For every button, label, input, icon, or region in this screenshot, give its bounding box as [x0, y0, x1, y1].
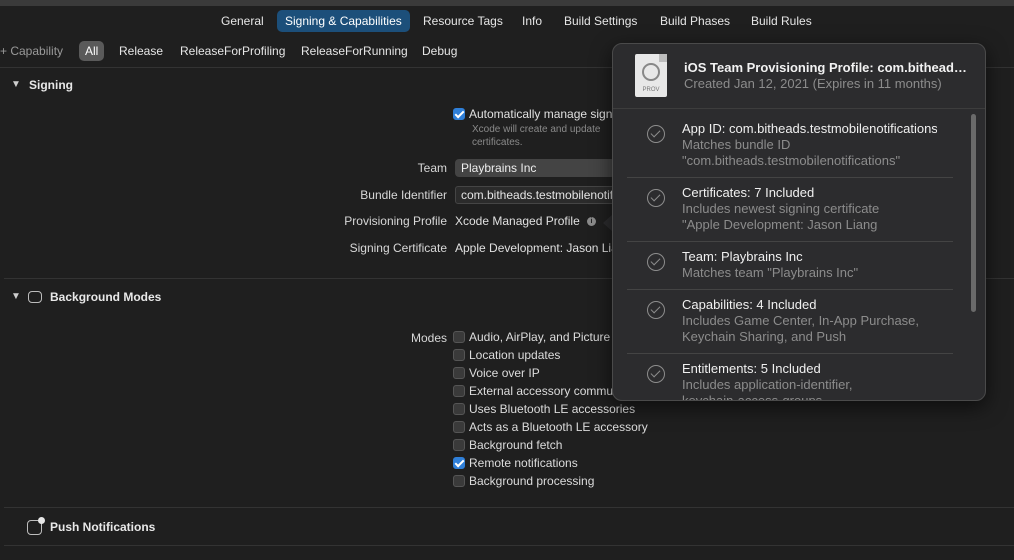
provisioning-profile-label: Provisioning Profile	[344, 214, 447, 228]
tab-resource-tags[interactable]: Resource Tags	[415, 10, 511, 32]
item-description: Includes newest signing certificate	[682, 201, 880, 216]
item-description: Matches team "Playbrains Inc"	[682, 265, 859, 280]
chevron-down-icon[interactable]: ▼	[11, 75, 21, 95]
profile-details-list[interactable]: App ID: com.bitheads.testmobilenotificat…	[613, 110, 985, 401]
auto-manage-signing-label: Automatically manage sign	[469, 107, 613, 121]
add-capability-button[interactable]: + Capability	[0, 40, 63, 62]
list-item: Entitlements: 5 Included Includes applic…	[627, 354, 953, 401]
filter-debug[interactable]: Debug	[416, 41, 463, 61]
list-item: Team: Playbrains Inc Matches team "Playb…	[627, 242, 953, 290]
list-item: Capabilities: 4 Included Includes Game C…	[627, 290, 953, 354]
item-description: Includes Game Center, In-App Purchase,	[682, 313, 920, 328]
item-title: App ID: com.bitheads.testmobilenotificat…	[682, 121, 937, 136]
mode-label: Background processing	[469, 474, 595, 488]
item-description: "com.bitheads.testmobilenotifications"	[682, 153, 901, 168]
profile-title: iOS Team Provisioning Profile: com.bithe…	[684, 60, 974, 75]
mode-checkbox-location[interactable]	[453, 349, 465, 361]
tab-build-settings[interactable]: Build Settings	[556, 10, 645, 32]
signing-certificate-label: Signing Certificate	[349, 241, 447, 255]
section-divider	[4, 545, 1014, 546]
signing-certificate-value: Apple Development: Jason Lia	[455, 241, 618, 255]
info-icon[interactable]: i	[587, 217, 596, 226]
mode-label: Voice over IP	[469, 366, 540, 380]
list-item: App ID: com.bitheads.testmobilenotificat…	[627, 114, 953, 178]
item-description: "Apple Development: Jason Liang	[682, 217, 878, 232]
team-popup[interactable]: Playbrains Inc	[455, 159, 615, 177]
item-description: Keychain Sharing, and Push	[682, 329, 847, 344]
checkmark-circle-icon	[647, 301, 665, 319]
gear-icon	[642, 63, 660, 81]
item-description: Matches bundle ID	[682, 137, 791, 152]
tab-signing-capabilities[interactable]: Signing & Capabilities	[277, 10, 410, 32]
tab-build-rules[interactable]: Build Rules	[743, 10, 820, 32]
tab-general[interactable]: General	[213, 10, 272, 32]
item-title: Entitlements: 5 Included	[682, 361, 821, 376]
mode-checkbox-external-accessory[interactable]	[453, 385, 465, 397]
mode-checkbox-background-processing[interactable]	[453, 475, 465, 487]
bundle-identifier-label: Bundle Identifier	[360, 188, 447, 202]
filter-release[interactable]: Release	[113, 41, 169, 61]
mode-checkbox-bluetooth-peripheral[interactable]	[453, 421, 465, 433]
mode-label: Remote notifications	[469, 456, 578, 470]
window-top-edge	[0, 0, 1014, 6]
modes-label: Modes	[410, 331, 447, 345]
checkmark-circle-icon	[647, 125, 665, 143]
provisioning-profile-value: Xcode Managed Profile	[455, 214, 580, 228]
tab-info[interactable]: Info	[514, 10, 550, 32]
filter-all[interactable]: All	[79, 41, 105, 61]
checkmark-circle-icon	[647, 189, 665, 207]
mode-label: Acts as a Bluetooth LE accessory	[469, 420, 648, 434]
filter-release-for-running[interactable]: ReleaseForRunning	[295, 41, 414, 61]
push-notifications-title: Push Notifications	[50, 520, 156, 534]
mode-label: Audio, AirPlay, and Picture	[469, 330, 611, 344]
mode-label: Uses Bluetooth LE accessories	[469, 402, 636, 416]
mode-label: Location updates	[469, 348, 561, 362]
auto-manage-note-2: certificates.	[472, 137, 523, 148]
mode-checkbox-background-fetch[interactable]	[453, 439, 465, 451]
checkmark-circle-icon	[647, 365, 665, 383]
mode-checkbox-voip[interactable]	[453, 367, 465, 379]
item-title: Team: Playbrains Inc	[682, 249, 803, 264]
file-type-label: PROV	[642, 87, 660, 93]
mode-label: Background fetch	[469, 438, 563, 452]
tab-build-phases[interactable]: Build Phases	[652, 10, 738, 32]
provisioning-profile-popover: PROV iOS Team Provisioning Profile: com.…	[612, 43, 986, 401]
auto-manage-note: Xcode will create and update	[472, 124, 601, 135]
item-description: keychain-access-groups,	[682, 393, 826, 401]
popover-scrollbar[interactable]	[971, 114, 976, 312]
background-modes-title: Background Modes	[50, 290, 162, 304]
mode-checkbox-remote-notifications[interactable]	[453, 457, 465, 469]
mode-label: External accessory commu	[469, 384, 614, 398]
item-title: Certificates: 7 Included	[682, 185, 815, 200]
mode-checkbox-bluetooth-central[interactable]	[453, 403, 465, 415]
auto-manage-signing-checkbox[interactable]	[453, 108, 465, 120]
section-divider	[4, 507, 1014, 508]
checkmark-circle-icon	[647, 253, 665, 271]
filter-release-for-profiling[interactable]: ReleaseForProfiling	[174, 41, 291, 61]
push-notifications-icon	[27, 517, 45, 535]
provisioning-profile-file-icon: PROV	[635, 54, 667, 97]
background-modes-icon	[28, 291, 42, 303]
item-title: Capabilities: 4 Included	[682, 297, 817, 312]
list-item: Certificates: 7 Included Includes newest…	[627, 178, 953, 242]
chevron-down-icon[interactable]: ▼	[11, 287, 21, 307]
bundle-identifier-field[interactable]: com.bitheads.testmobilenotifi	[455, 186, 615, 204]
editor-tab-bar: General Signing & Capabilities Resource …	[0, 10, 1014, 32]
signing-section-title: Signing	[29, 78, 73, 92]
team-label: Team	[417, 161, 447, 175]
popover-header: PROV iOS Team Provisioning Profile: com.…	[613, 44, 985, 109]
item-description: Includes application-identifier,	[682, 377, 853, 392]
mode-checkbox-audio[interactable]	[453, 331, 465, 343]
profile-created-date: Created Jan 12, 2021 (Expires in 11 mont…	[684, 76, 942, 91]
